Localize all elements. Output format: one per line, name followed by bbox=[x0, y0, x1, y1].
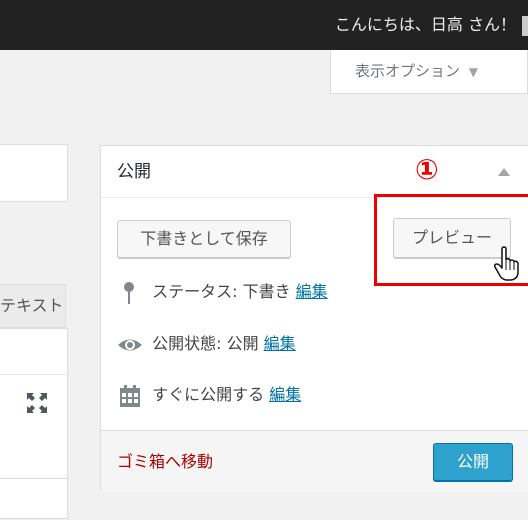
toolbar-divider bbox=[0, 374, 68, 375]
eye-icon bbox=[117, 333, 147, 357]
annotation-number: ① bbox=[415, 153, 439, 186]
visibility-label: 公開状態: 公開 bbox=[152, 334, 259, 353]
publish-box-title: 公開 bbox=[117, 162, 151, 182]
tab-text[interactable]: テキスト bbox=[0, 284, 66, 328]
title-input[interactable] bbox=[0, 144, 68, 202]
admin-bar: こんにちは、日高 さん！ bbox=[0, 0, 528, 50]
avatar[interactable] bbox=[522, 16, 528, 36]
schedule-edit-link[interactable]: 編集 bbox=[269, 385, 301, 404]
calendar-icon bbox=[117, 384, 147, 408]
pin-icon bbox=[117, 281, 147, 305]
publish-box: 公開 ① 下書きとして保存 プレビュー ステータス: 下書き 編集 公開状態: … bbox=[100, 145, 528, 492]
publish-box-header[interactable]: 公開 ① bbox=[101, 146, 528, 198]
schedule-row: すぐに公開する 編集 bbox=[117, 383, 301, 407]
publish-box-footer: ゴミ箱へ移動 公開 bbox=[101, 430, 528, 492]
screen-options-button[interactable]: 表示オプション ▼ bbox=[330, 50, 528, 94]
fullscreen-icon[interactable] bbox=[26, 392, 48, 414]
schedule-label: すぐに公開する bbox=[152, 385, 265, 404]
status-row: ステータス: 下書き 編集 bbox=[117, 280, 328, 304]
visibility-row: 公開状態: 公開 編集 bbox=[117, 332, 296, 356]
publish-button[interactable]: 公開 bbox=[433, 443, 513, 481]
visibility-edit-link[interactable]: 編集 bbox=[264, 334, 296, 353]
collapse-arrow-icon[interactable] bbox=[498, 168, 510, 176]
save-draft-button[interactable]: 下書きとして保存 bbox=[117, 220, 291, 258]
greeting-text[interactable]: こんにちは、日高 さん！ bbox=[335, 0, 516, 50]
status-edit-link[interactable]: 編集 bbox=[296, 282, 328, 301]
editor-footer bbox=[0, 478, 68, 520]
hand-cursor-icon bbox=[494, 246, 519, 281]
status-label: ステータス: 下書き bbox=[152, 282, 291, 301]
chevron-down-icon: ▼ bbox=[468, 65, 479, 79]
screen-options-label: 表示オプション bbox=[355, 62, 461, 80]
move-to-trash-link[interactable]: ゴミ箱へ移動 bbox=[117, 431, 213, 493]
